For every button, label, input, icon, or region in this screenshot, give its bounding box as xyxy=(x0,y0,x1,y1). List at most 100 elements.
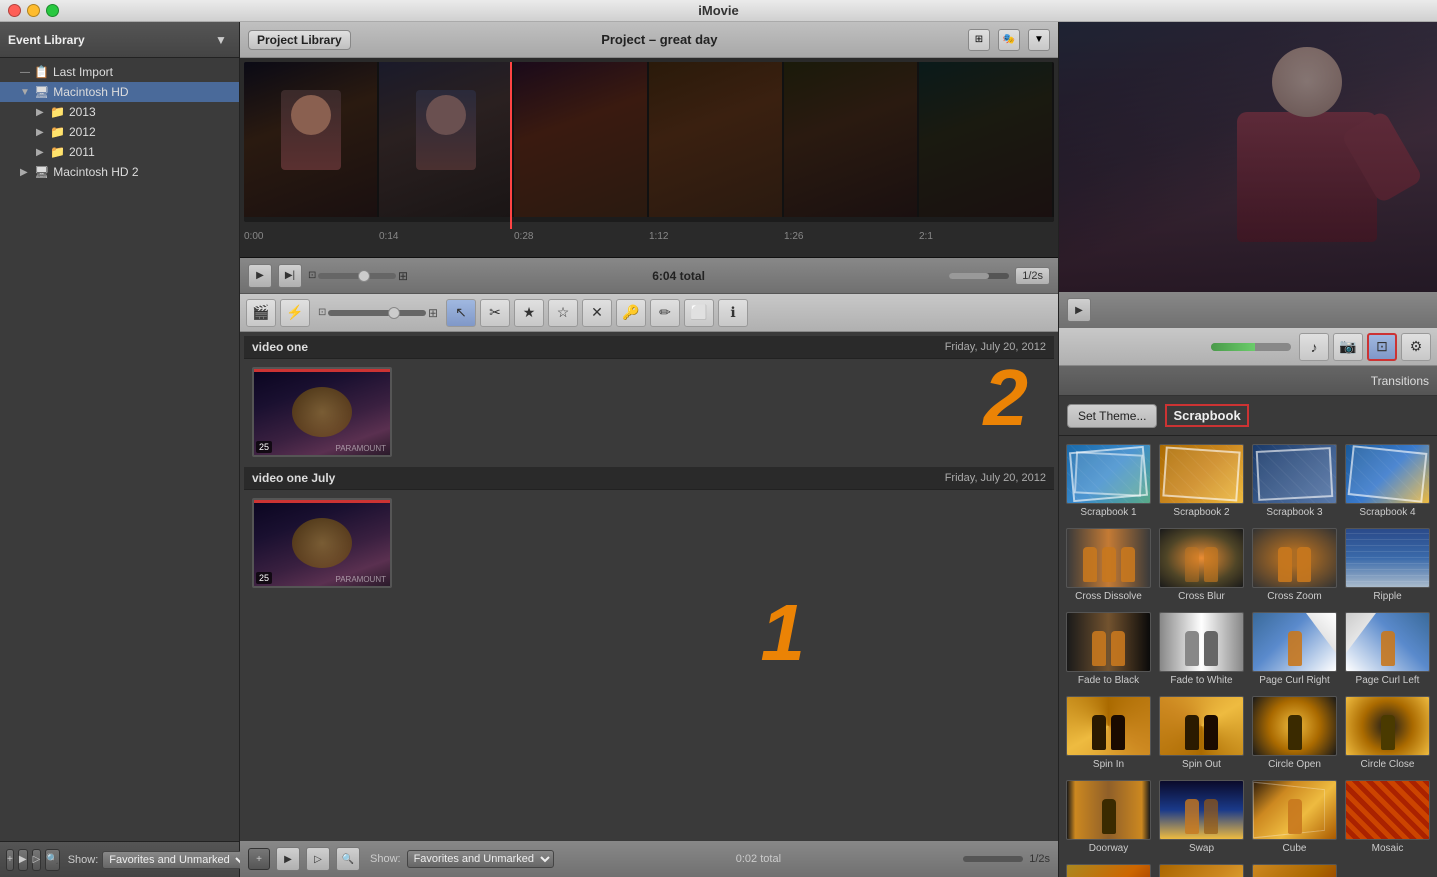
sidebar: Event Library ▼ — 📋 Last Import ▼ 🖥 Maci… xyxy=(0,22,240,877)
view-mode-event-button[interactable]: ⚡ xyxy=(280,299,310,327)
crop-adjust-button[interactable]: ⬜ xyxy=(684,299,714,327)
rate-tool-button[interactable]: ★ xyxy=(514,299,544,327)
keyword-tool-button[interactable]: 🔑 xyxy=(616,299,646,327)
transition-fade-black[interactable]: Fade to Black xyxy=(1063,608,1154,690)
transitions-panel: Scrapbook 1 Scrapbook 2 Scra xyxy=(1059,436,1437,877)
transition-swap[interactable]: Swap xyxy=(1156,776,1247,858)
tree-arrow-2012: ▶ xyxy=(36,127,46,138)
transition-cross-dissolve[interactable]: Cross Dissolve xyxy=(1063,524,1154,606)
transition-mosaic[interactable]: Mosaic xyxy=(1342,776,1433,858)
crop-tool-button[interactable]: ✂ xyxy=(480,299,510,327)
sidebar-item-last-import[interactable]: — 📋 Last Import xyxy=(0,62,239,82)
trans-figure-swap xyxy=(1160,799,1243,834)
film-frame-5[interactable] xyxy=(784,62,919,217)
set-theme-button[interactable]: Set Theme... xyxy=(1067,404,1157,428)
transition-fade-white[interactable]: Fade to White xyxy=(1156,608,1247,690)
playhead[interactable] xyxy=(510,62,512,229)
bottom-show-select[interactable]: Favorites and Unmarked xyxy=(407,850,554,868)
clip-thumb-2[interactable]: PARAMOUNT 25 xyxy=(252,498,392,588)
speed-slider[interactable] xyxy=(949,273,1009,279)
transition-extra2[interactable] xyxy=(1156,860,1247,877)
zoom-thumb[interactable] xyxy=(358,270,370,282)
transition-scrapbook3[interactable]: Scrapbook 3 xyxy=(1249,440,1340,522)
film-frame-4[interactable] xyxy=(649,62,784,217)
minimize-button[interactable] xyxy=(27,4,40,17)
maximize-button[interactable] xyxy=(46,4,59,17)
frame-img-4 xyxy=(649,62,782,217)
play-event-button[interactable]: ▶ xyxy=(18,849,28,871)
sidebar-item-macintosh-hd2[interactable]: ▶ 🖥 Macintosh HD 2 xyxy=(0,162,239,182)
transitions-tool-button[interactable]: ⊡ xyxy=(1367,333,1397,361)
transition-extra1[interactable] xyxy=(1063,860,1154,877)
clip-size-slider[interactable] xyxy=(328,310,426,316)
theme-bar: Set Theme... Scrapbook xyxy=(1059,396,1437,436)
preview-play-button[interactable]: ▶ xyxy=(1067,298,1091,322)
add-clip-button[interactable]: + xyxy=(248,848,270,870)
trans-label-cube: Cube xyxy=(1283,843,1307,854)
play-slow-clip-button[interactable]: ▷ xyxy=(306,847,330,871)
transition-extra3[interactable] xyxy=(1249,860,1340,877)
transition-scrapbook1[interactable]: Scrapbook 1 xyxy=(1063,440,1154,522)
sidebar-item-2012[interactable]: ▶ 📁 2012 xyxy=(0,122,239,142)
dropdown-button[interactable]: ▼ xyxy=(1028,29,1050,51)
event-library-collapse-icon[interactable]: ▼ xyxy=(211,30,231,50)
transition-page-curl-left[interactable]: Page Curl Left xyxy=(1342,608,1433,690)
show-select[interactable]: Favorites and Unmarked xyxy=(102,851,249,869)
close-button[interactable] xyxy=(8,4,21,17)
transition-cube[interactable]: Cube xyxy=(1249,776,1340,858)
info-button[interactable]: ℹ xyxy=(718,299,748,327)
speed-display: 1/2s xyxy=(1015,267,1050,285)
clip-size-thumb[interactable] xyxy=(388,307,400,319)
select-tool-button[interactable]: ↖ xyxy=(446,299,476,327)
project-library-button[interactable]: Project Library xyxy=(248,30,351,50)
transition-spin-in[interactable]: Spin In xyxy=(1063,692,1154,774)
film-frame-3[interactable] xyxy=(514,62,649,217)
figure-3 xyxy=(1121,547,1135,582)
theme-button[interactable]: 🎭 xyxy=(998,29,1020,51)
figure-pcr-1 xyxy=(1288,631,1302,666)
transition-ripple[interactable]: Ripple xyxy=(1342,524,1433,606)
reject-tool-button[interactable]: ✕ xyxy=(582,299,612,327)
play-clip-button[interactable]: ▶ xyxy=(276,847,300,871)
zoom-clip-button[interactable]: 🔍 xyxy=(336,847,360,871)
transition-circle-close[interactable]: Circle Close xyxy=(1342,692,1433,774)
bottom-speed-slider[interactable] xyxy=(963,856,1023,862)
transition-page-curl-right[interactable]: Page Curl Right xyxy=(1249,608,1340,690)
transition-circle-open[interactable]: Circle Open xyxy=(1249,692,1340,774)
adjust-tool-button[interactable]: ✏ xyxy=(650,299,680,327)
film-frame-1[interactable] xyxy=(244,62,379,217)
trans-thumb-extra2 xyxy=(1159,864,1244,877)
zoom-slider[interactable] xyxy=(318,273,396,279)
transition-cross-blur[interactable]: Cross Blur xyxy=(1156,524,1247,606)
transition-spin-out[interactable]: Spin Out xyxy=(1156,692,1247,774)
trans-label-cross-blur: Cross Blur xyxy=(1178,591,1225,602)
clip-thumb-1[interactable]: PARAMOUNT 25 xyxy=(252,367,392,457)
play-slow-button[interactable]: ▷ xyxy=(32,849,42,871)
transition-scrapbook2[interactable]: Scrapbook 2 xyxy=(1156,440,1247,522)
trans-thumb-spin-out xyxy=(1159,696,1244,756)
play-button[interactable]: ▶ xyxy=(248,264,272,288)
audio-tool-button[interactable]: ♪ xyxy=(1299,333,1329,361)
view-mode-clip-button[interactable]: 🎬 xyxy=(246,299,276,327)
grid-view-button[interactable]: ⊞ xyxy=(968,29,990,51)
trans-thumb-spin-in xyxy=(1066,696,1151,756)
trans-label-fade-white: Fade to White xyxy=(1170,675,1232,686)
trans-thumb-circle-close xyxy=(1345,696,1430,756)
settings-tool-button[interactable]: ⚙ xyxy=(1401,333,1431,361)
play-fullscreen-button[interactable]: ▶| xyxy=(278,264,302,288)
sidebar-item-macintosh-hd[interactable]: ▼ 🖥 Macintosh HD xyxy=(0,82,239,102)
zoom-event-button[interactable]: 🔍 xyxy=(45,849,59,871)
add-event-button[interactable]: + xyxy=(6,849,14,871)
sidebar-item-2013[interactable]: ▶ 📁 2013 xyxy=(0,102,239,122)
film-frame-2[interactable] xyxy=(379,62,514,217)
sidebar-item-2011[interactable]: ▶ 📁 2011 xyxy=(0,142,239,162)
transition-scrapbook4[interactable]: Scrapbook 4 xyxy=(1342,440,1433,522)
transition-doorway[interactable]: Doorway xyxy=(1063,776,1154,858)
total-time: 6:04 total xyxy=(414,269,943,283)
photo-tool-button[interactable]: 📷 xyxy=(1333,333,1363,361)
transition-cross-zoom[interactable]: Cross Zoom xyxy=(1249,524,1340,606)
film-frame-6[interactable] xyxy=(919,62,1054,217)
trans-label-scrapbook2: Scrapbook 2 xyxy=(1173,507,1229,518)
figure-pcl-1 xyxy=(1381,631,1395,666)
unrate-tool-button[interactable]: ☆ xyxy=(548,299,578,327)
